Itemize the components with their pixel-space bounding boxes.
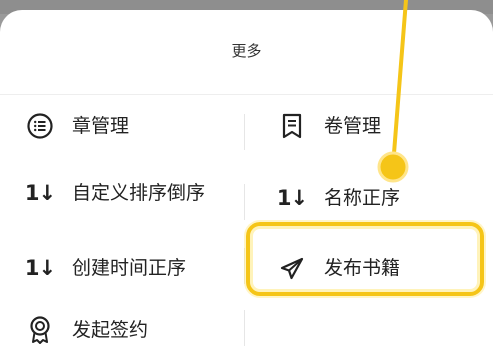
column-divider [244,114,245,150]
publish-book-label: 发布书籍 [324,257,401,279]
sign-contract-label: 发起签约 [72,319,149,341]
sort-icon: 1↓ [276,182,308,214]
column-divider [244,310,245,346]
award-icon [24,314,56,346]
create-time-asc-label: 创建时间正序 [72,257,187,279]
name-sort-asc-label: 名称正序 [324,187,401,209]
sort-glyph: 1↓ [24,181,56,205]
column-divider [244,248,245,284]
custom-sort-desc-item[interactable]: 1↓ 自定义排序倒序 [24,168,212,218]
chapter-manage-label: 章管理 [72,115,130,137]
publish-book-item[interactable]: 发布书籍 [276,248,400,288]
chapter-manage-item[interactable]: 章管理 [24,106,129,146]
volume-manage-item[interactable]: 卷管理 [276,106,381,146]
sign-contract-item[interactable]: 发起签约 [24,310,148,350]
title-divider [0,94,493,95]
create-time-asc-item[interactable]: 1↓ 创建时间正序 [24,248,186,288]
sort-glyph: 1↓ [276,186,308,210]
sort-icon: 1↓ [24,252,56,284]
sort-glyph: 1↓ [24,256,56,280]
list-icon [24,110,56,142]
column-divider [244,184,245,220]
custom-sort-desc-label: 自定义排序倒序 [72,182,206,204]
name-sort-asc-item[interactable]: 1↓ 名称正序 [276,178,400,218]
sort-icon: 1↓ [24,177,56,209]
sheet-title: 更多 [231,42,262,60]
more-options-sheet: 更多 章管理 卷管理 1↓ 自定义排序倒序 1↓ 名称正序 1↓ 创建时间正序 … [0,10,493,356]
send-icon [276,252,308,284]
bookmark-icon [276,110,308,142]
volume-manage-label: 卷管理 [324,115,382,137]
